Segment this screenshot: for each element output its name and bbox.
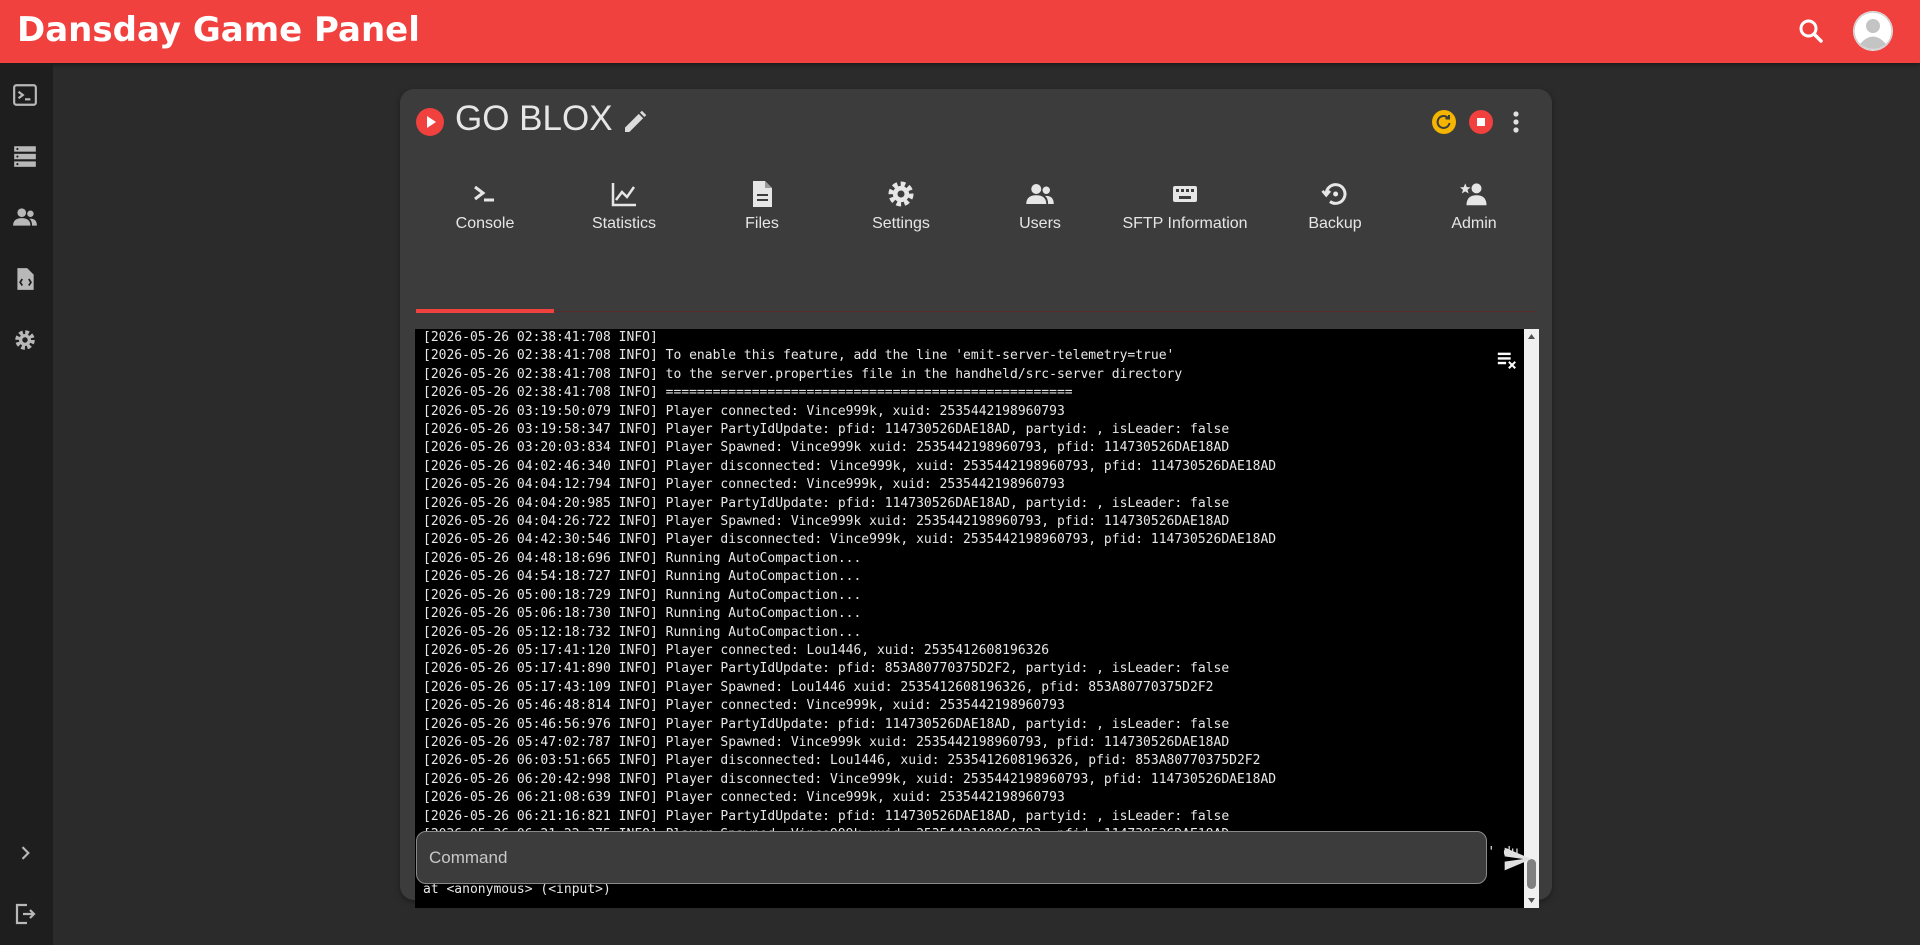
tab-label: Settings bbox=[872, 215, 930, 232]
keyboard-icon bbox=[1173, 186, 1197, 202]
file-code-icon bbox=[17, 268, 34, 290]
server-tabs: Console Statistics Files Settings Users … bbox=[416, 159, 1536, 314]
console-line: [2026-05-26 05:46:48:814 INFO] Player co… bbox=[423, 698, 1065, 714]
chart-line-icon bbox=[611, 183, 636, 207]
tab-admin[interactable]: Admin bbox=[1405, 159, 1543, 312]
logout-button[interactable] bbox=[10, 899, 40, 929]
console-line: [2026-05-26 04:54:18:727 INFO] Running A… bbox=[423, 569, 862, 585]
console-line: [2026-05-26 04:42:30:546 INFO] Player di… bbox=[423, 532, 1277, 548]
console-scrollbar[interactable] bbox=[1524, 329, 1539, 908]
tab-label: SFTP Information bbox=[1122, 215, 1248, 232]
app-title[interactable]: Dansday Game Panel bbox=[17, 10, 420, 50]
sidebar-item-users[interactable] bbox=[10, 202, 40, 232]
clear-log-icon bbox=[1497, 352, 1516, 369]
console-line: [2026-05-26 05:06:18:730 INFO] Running A… bbox=[423, 606, 862, 622]
stop-icon bbox=[1477, 118, 1485, 126]
active-tab-indicator bbox=[416, 309, 554, 313]
console-log: [2026-05-26 02:38:41:708 INFO] [2026-05-2… bbox=[423, 329, 1521, 908]
tab-files[interactable]: Files bbox=[693, 159, 831, 312]
console-line: [2026-05-26 05:17:41:890 INFO] Player Pa… bbox=[423, 661, 1230, 677]
console-line: [2026-05-26 06:21:08:639 INFO] Player co… bbox=[423, 790, 1065, 806]
play-icon bbox=[427, 116, 436, 128]
tab-label: Users bbox=[1019, 215, 1061, 232]
sidebar-item-settings[interactable] bbox=[10, 325, 40, 355]
console-line: [2026-05-26 04:04:12:794 INFO] Player co… bbox=[423, 477, 1065, 493]
tab-sftp-information[interactable]: SFTP Information bbox=[1110, 159, 1260, 312]
gear-icon bbox=[888, 181, 914, 207]
chevron-right-icon bbox=[21, 846, 30, 860]
tab-console[interactable]: Console bbox=[416, 159, 554, 312]
console-line: [2026-05-26 02:38:41:708 INFO] to the se… bbox=[423, 366, 1183, 382]
users-icon bbox=[13, 208, 37, 226]
top-app-bar: Dansday Game Panel bbox=[0, 0, 1920, 63]
scroll-down-arrow-icon[interactable] bbox=[1524, 893, 1539, 908]
console-line: [2026-05-26 06:20:42:998 INFO] Player di… bbox=[423, 771, 1277, 787]
tab-label: Statistics bbox=[591, 215, 656, 232]
sidebar-item-scripts[interactable] bbox=[10, 264, 40, 294]
console-line: [2026-05-26 04:04:26:722 INFO] Player Sp… bbox=[423, 514, 1230, 530]
console-line: [2026-05-26 03:19:58:347 INFO] Player Pa… bbox=[423, 422, 1230, 438]
send-icon bbox=[1504, 847, 1532, 871]
admin-icon bbox=[1460, 183, 1487, 206]
file-icon bbox=[753, 181, 772, 207]
avatar[interactable] bbox=[1853, 11, 1893, 51]
more-vert-icon bbox=[1513, 111, 1519, 133]
command-input[interactable] bbox=[416, 831, 1487, 884]
sidebar-item-console[interactable] bbox=[10, 80, 40, 110]
console-line: [2026-05-26 03:20:03:834 INFO] Player Sp… bbox=[423, 440, 1230, 456]
restore-icon bbox=[1321, 183, 1347, 205]
console-line: [2026-05-26 05:17:43:109 INFO] Player Sp… bbox=[423, 679, 1214, 695]
tab-label: Backup bbox=[1308, 215, 1362, 232]
send-command-button[interactable] bbox=[1502, 843, 1534, 875]
search-icon[interactable] bbox=[1796, 16, 1826, 46]
server-name: GO BLOX bbox=[455, 99, 613, 138]
console-line: [2026-05-26 06:21:16:821 INFO] Player Pa… bbox=[423, 808, 1230, 824]
sidebar-expand-button[interactable] bbox=[10, 838, 40, 868]
console-line: [2026-05-26 04:48:18:696 INFO] Running A… bbox=[423, 550, 862, 566]
console-line: [2026-05-26 05:12:18:732 INFO] Running A… bbox=[423, 624, 862, 640]
server-list-icon bbox=[14, 146, 36, 167]
edit-name-button[interactable] bbox=[620, 107, 650, 137]
server-panel: GO BLOX Console Statistics Files Setting… bbox=[400, 89, 1552, 908]
console-line: [2026-05-26 05:47:02:787 INFO] Player Sp… bbox=[423, 734, 1230, 750]
stop-button[interactable] bbox=[1469, 110, 1493, 134]
restart-button[interactable] bbox=[1432, 110, 1456, 134]
more-options-button[interactable] bbox=[1504, 108, 1528, 136]
tab-backup[interactable]: Backup bbox=[1266, 159, 1404, 312]
tab-settings[interactable]: Settings bbox=[832, 159, 970, 312]
console-line: [2026-05-26 02:38:41:708 INFO] bbox=[423, 330, 658, 345]
tab-users[interactable]: Users bbox=[971, 159, 1109, 312]
console-line: [2026-05-26 02:38:41:708 INFO] =========… bbox=[423, 385, 1073, 401]
tab-statistics[interactable]: Statistics bbox=[555, 159, 693, 312]
logout-icon bbox=[15, 903, 36, 925]
console-line: [2026-05-26 05:46:56:976 INFO] Player Pa… bbox=[423, 716, 1230, 732]
restart-icon bbox=[1436, 114, 1451, 129]
console-line: [2026-05-26 05:00:18:729 INFO] Running A… bbox=[423, 587, 862, 603]
server-status-indicator[interactable] bbox=[416, 108, 444, 136]
console-line: [2026-05-26 05:17:41:120 INFO] Player co… bbox=[423, 642, 1050, 658]
terminal-icon bbox=[474, 185, 494, 202]
pencil-icon bbox=[625, 110, 647, 132]
console-line: [2026-05-26 04:04:20:985 INFO] Player Pa… bbox=[423, 495, 1230, 511]
tab-label: Admin bbox=[1451, 215, 1497, 232]
console-line: [2026-05-26 06:03:51:665 INFO] Player di… bbox=[423, 753, 1261, 769]
scroll-up-arrow-icon[interactable] bbox=[1524, 329, 1539, 344]
sidebar-item-servers[interactable] bbox=[10, 141, 40, 171]
console-output[interactable]: [2026-05-26 02:38:41:708 INFO] [2026-05-2… bbox=[415, 329, 1539, 908]
sidebar bbox=[0, 63, 53, 945]
tab-label: Console bbox=[455, 215, 515, 232]
users-icon bbox=[1026, 184, 1054, 204]
console-line: [2026-05-26 02:38:41:708 INFO] To enable… bbox=[423, 348, 1175, 364]
tabs-divider bbox=[416, 311, 1536, 312]
console-line: [2026-05-26 04:02:46:340 INFO] Player di… bbox=[423, 458, 1277, 474]
gear-icon bbox=[15, 330, 35, 350]
tab-label: Files bbox=[745, 215, 779, 232]
clear-console-button[interactable] bbox=[1496, 349, 1518, 371]
console-line: [2026-05-26 03:19:50:079 INFO] Player co… bbox=[423, 403, 1065, 419]
terminal-icon bbox=[13, 84, 37, 106]
